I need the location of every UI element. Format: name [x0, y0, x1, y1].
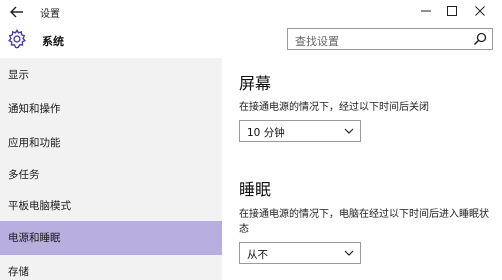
sidebar-item-tablet-mode[interactable]: 平板电脑模式 — [0, 189, 222, 223]
sleep-description: 在接通电源的情况下，电脑在经过以下时间后进入睡眠状态 — [239, 209, 489, 235]
sidebar-item-label: 通知和操作 — [8, 103, 61, 115]
window-title: 设置 — [40, 9, 60, 20]
maximize-icon — [447, 6, 457, 16]
sidebar-item-label: 平板电脑模式 — [8, 200, 71, 212]
sidebar-item-label: 电源和睡眠 — [8, 232, 61, 244]
search-icon[interactable] — [472, 31, 488, 47]
search-input[interactable]: 查找设置 — [287, 28, 493, 50]
chevron-down-icon — [344, 128, 354, 134]
screen-description: 在接通电源的情况下，经过以下时间后关闭 — [239, 102, 429, 113]
sleep-section-title: 睡眠 — [239, 180, 272, 199]
chevron-down-icon — [344, 250, 354, 256]
sidebar-item-storage[interactable]: 存储 — [0, 255, 222, 280]
close-icon — [475, 6, 485, 16]
sidebar-item-display[interactable]: 显示 — [0, 58, 222, 92]
page-title: 系统 — [42, 35, 64, 48]
arrow-left-icon — [10, 6, 23, 18]
sleep-value: 从不 — [247, 249, 268, 261]
minimize-icon — [421, 10, 431, 12]
main-content: 屏幕 在接通电源的情况下，经过以下时间后关闭 10 分钟 睡眠 在接通电源的情况… — [222, 58, 502, 280]
sidebar-item-notifications[interactable]: 通知和操作 — [0, 92, 222, 126]
maximize-button[interactable] — [441, 1, 463, 21]
sidebar-item-label: 存储 — [8, 266, 29, 278]
sidebar-item-power-sleep[interactable]: 电源和睡眠 — [0, 221, 222, 255]
screen-off-dropdown[interactable]: 10 分钟 — [239, 120, 361, 142]
sidebar-item-apps[interactable]: 应用和功能 — [0, 126, 222, 160]
sidebar-item-label: 应用和功能 — [8, 137, 61, 149]
back-button[interactable] — [6, 2, 28, 22]
screen-off-value: 10 分钟 — [247, 127, 285, 139]
gear-icon — [8, 28, 26, 49]
sidebar-item-label: 显示 — [8, 69, 29, 81]
title-bar: 设置 — [0, 0, 502, 24]
sidebar-item-label: 多任务 — [8, 169, 40, 181]
sleep-dropdown[interactable]: 从不 — [239, 242, 361, 264]
sidebar-item-multitasking[interactable]: 多任务 — [0, 158, 222, 192]
search-placeholder: 查找设置 — [295, 35, 339, 48]
close-button[interactable] — [469, 1, 491, 21]
sidebar: 显示 通知和操作 应用和功能 多任务 平板电脑模式 电源和睡眠 存储 — [0, 58, 222, 280]
screen-section-title: 屏幕 — [239, 74, 272, 93]
page-header: 系统 查找设置 — [0, 24, 502, 58]
minimize-button[interactable] — [415, 1, 437, 21]
